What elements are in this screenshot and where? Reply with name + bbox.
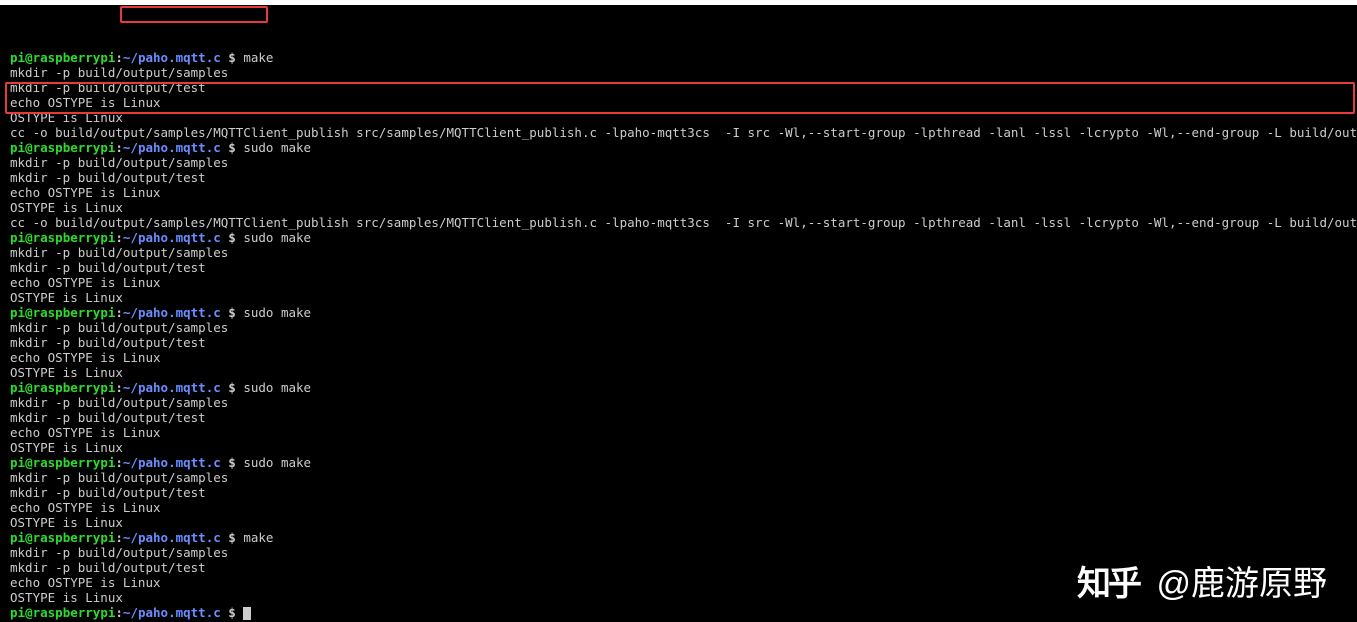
terminal-line: pi@raspberrypi:~/paho.mqtt.c $ sudo make xyxy=(0,305,1357,320)
terminal-line: pi@raspberrypi:~/paho.mqtt.c $ make xyxy=(0,530,1357,545)
terminal-line: mkdir -p build/output/test xyxy=(0,170,1357,185)
terminal-line: OSTYPE is Linux xyxy=(0,110,1357,125)
terminal-line: pi@raspberrypi:~/paho.mqtt.c $ sudo make xyxy=(0,380,1357,395)
terminal-line: OSTYPE is Linux xyxy=(0,290,1357,305)
terminal-line: mkdir -p build/output/test xyxy=(0,80,1357,95)
terminal-line: echo OSTYPE is Linux xyxy=(0,500,1357,515)
terminal-line: mkdir -p build/output/samples xyxy=(0,470,1357,485)
terminal-line: pi@raspberrypi:~/paho.mqtt.c $ sudo make xyxy=(0,230,1357,245)
terminal-line: mkdir -p build/output/samples xyxy=(0,545,1357,560)
terminal-pane[interactable]: pi@raspberrypi:~/paho.mqtt.c $ makemkdir… xyxy=(0,5,1357,622)
terminal-line: cc -o build/output/samples/MQTTClient_pu… xyxy=(0,125,1357,140)
terminal-line: mkdir -p build/output/test xyxy=(0,260,1357,275)
terminal-line: mkdir -p build/output/samples xyxy=(0,245,1357,260)
terminal-output: pi@raspberrypi:~/paho.mqtt.c $ makemkdir… xyxy=(0,50,1357,620)
terminal-line: echo OSTYPE is Linux xyxy=(0,95,1357,110)
terminal-line: OSTYPE is Linux xyxy=(0,440,1357,455)
terminal-line: mkdir -p build/output/samples xyxy=(0,65,1357,80)
terminal-line: echo OSTYPE is Linux xyxy=(0,350,1357,365)
highlight-box-cwd xyxy=(120,6,268,23)
terminal-line: pi@raspberrypi:~/paho.mqtt.c $ xyxy=(0,605,1357,620)
terminal-line: mkdir -p build/output/test xyxy=(0,485,1357,500)
watermark-text: @鹿游原野 xyxy=(1147,577,1327,592)
terminal-line: echo OSTYPE is Linux xyxy=(0,275,1357,290)
terminal-line: mkdir -p build/output/test xyxy=(0,410,1357,425)
terminal-line: mkdir -p build/output/samples xyxy=(0,155,1357,170)
terminal-line: pi@raspberrypi:~/paho.mqtt.c $ sudo make xyxy=(0,455,1357,470)
terminal-line: echo OSTYPE is Linux xyxy=(0,185,1357,200)
terminal-cursor xyxy=(243,607,251,620)
terminal-line: echo OSTYPE is Linux xyxy=(0,425,1357,440)
terminal-line: mkdir -p build/output/samples xyxy=(0,320,1357,335)
terminal-line: mkdir -p build/output/test xyxy=(0,335,1357,350)
terminal-line: pi@raspberrypi:~/paho.mqtt.c $ make xyxy=(0,50,1357,65)
terminal-line: cc -o build/output/samples/MQTTClient_pu… xyxy=(0,215,1357,230)
terminal-line: OSTYPE is Linux xyxy=(0,515,1357,530)
watermark: 知乎 @鹿游原野 xyxy=(1077,577,1327,592)
zhihu-icon: 知乎 xyxy=(1077,577,1139,592)
terminal-line: pi@raspberrypi:~/paho.mqtt.c $ sudo make xyxy=(0,140,1357,155)
terminal-line: mkdir -p build/output/samples xyxy=(0,395,1357,410)
terminal-line: OSTYPE is Linux xyxy=(0,365,1357,380)
terminal-line: OSTYPE is Linux xyxy=(0,200,1357,215)
